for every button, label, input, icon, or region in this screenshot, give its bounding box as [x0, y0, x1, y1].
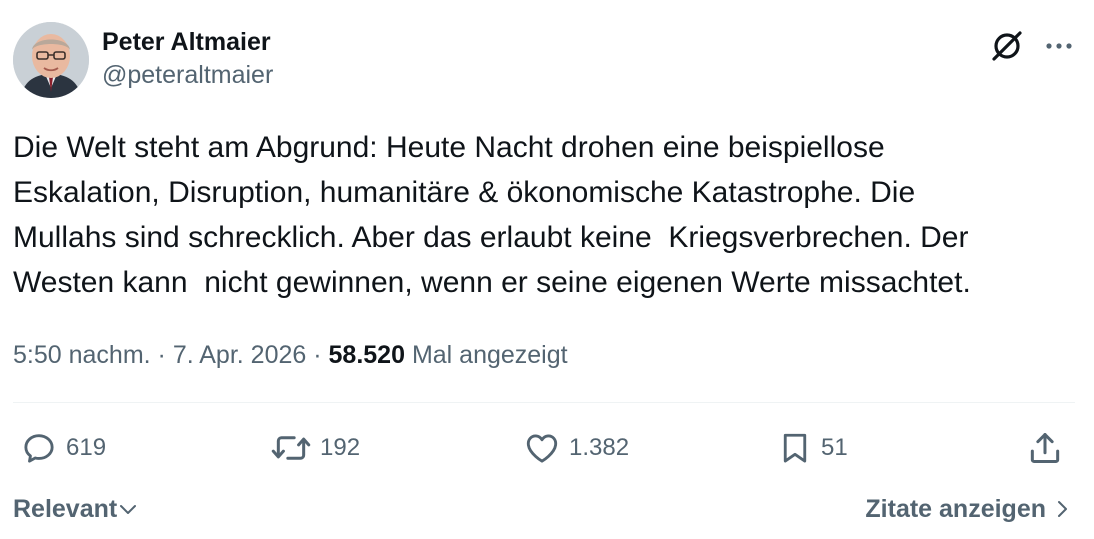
like-count: 1.382 — [569, 434, 630, 461]
author-display-name[interactable]: Peter Altmaier — [102, 26, 273, 58]
tweet-time[interactable]: 5:50 nachm. — [13, 341, 151, 369]
views-count: 58.520 — [328, 341, 405, 369]
meta-separator: · — [313, 341, 322, 369]
sort-label: Relevant — [13, 495, 118, 523]
tweet-text: Die Welt steht am Abgrund: Heute Nacht d… — [13, 131, 971, 299]
bookmark-button[interactable]: 51 — [777, 428, 848, 468]
quotes-label: Zitate anzeigen — [865, 495, 1046, 523]
chevron-right-icon — [1058, 501, 1067, 517]
more-icon[interactable] — [1041, 28, 1077, 64]
meta-separator: · — [157, 341, 166, 369]
retweet-button[interactable]: 192 — [270, 428, 360, 468]
view-quotes-link[interactable]: Zitate anzeigen — [865, 492, 1072, 526]
avatar[interactable] — [13, 22, 89, 98]
bookmark-count: 51 — [821, 434, 848, 461]
views-label: Mal angezeigt — [411, 341, 568, 369]
share-icon — [1030, 433, 1060, 463]
reply-icon — [24, 434, 54, 463]
author-handle[interactable]: @peteraltmaier — [102, 58, 273, 92]
retweet-icon — [271, 436, 311, 460]
reply-button[interactable]: 619 — [20, 428, 106, 468]
reply-count: 619 — [66, 434, 107, 461]
tweet-header: Peter Altmaier @peteraltmaier — [13, 22, 1081, 102]
heart-icon — [526, 434, 558, 463]
author-names: Peter Altmaier @peteraltmaier — [102, 26, 273, 92]
chevron-down-icon — [120, 505, 137, 514]
like-button[interactable]: 1.382 — [523, 428, 629, 468]
sort-replies-dropdown[interactable]: Relevant — [13, 492, 139, 526]
retweet-count: 192 — [320, 434, 361, 461]
bookmark-icon — [783, 433, 807, 463]
tweet-meta: 5:50 nachm. · 7. Apr. 2026 · 58.520 Mal … — [13, 337, 568, 373]
tweet-date[interactable]: 7. Apr. 2026 — [173, 341, 306, 369]
avatar-image — [13, 22, 89, 98]
grok-icon[interactable] — [989, 28, 1025, 64]
divider — [13, 402, 1075, 403]
share-button[interactable] — [1026, 428, 1064, 468]
